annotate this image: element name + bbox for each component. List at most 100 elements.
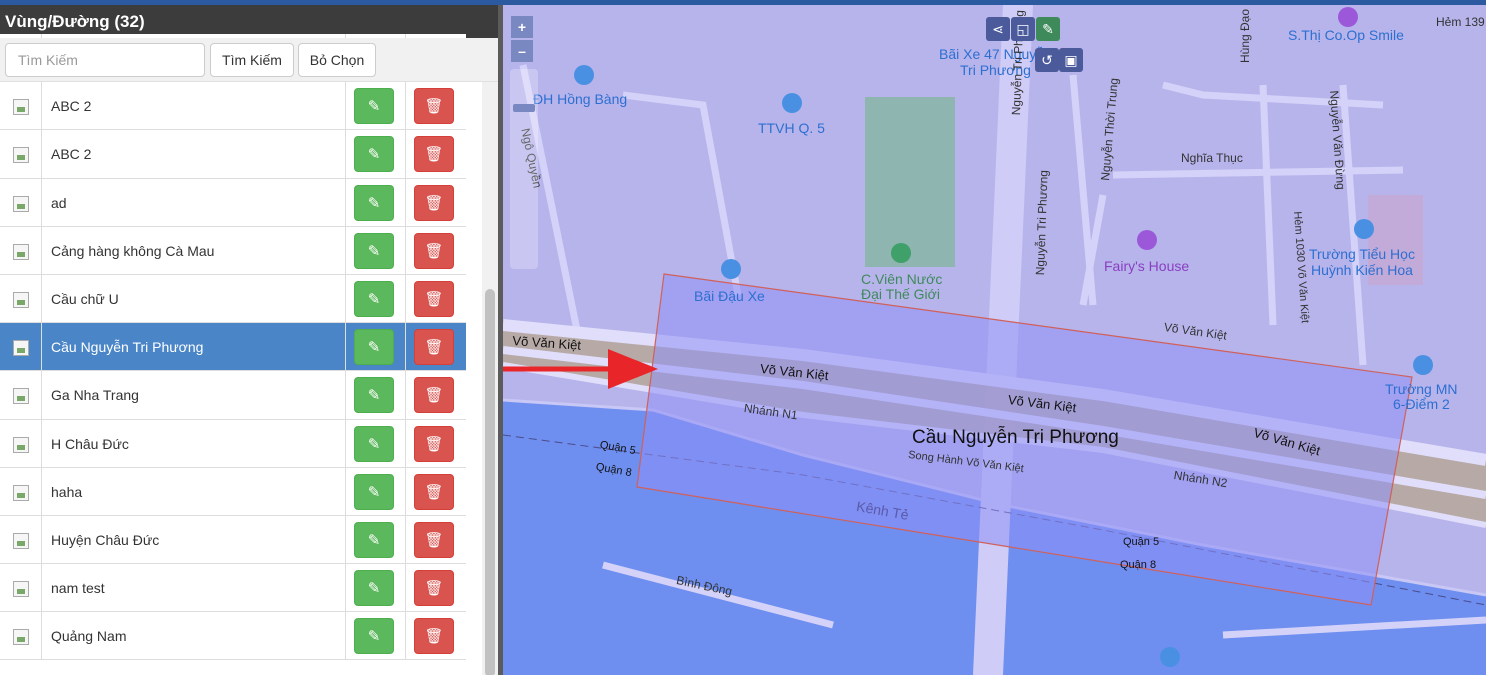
wrench-icon[interactable]: ✎ bbox=[1036, 17, 1060, 41]
delete-button[interactable]: 🗑 bbox=[414, 88, 454, 125]
broken-image-icon bbox=[13, 629, 29, 646]
zoom-out-button[interactable]: – bbox=[511, 40, 533, 62]
map-label: Nghĩa Thục bbox=[1181, 151, 1243, 165]
delete-cell: 🗑 bbox=[405, 467, 466, 515]
thumbnail-cell bbox=[0, 82, 42, 130]
delete-button[interactable]: 🗑 bbox=[414, 136, 454, 173]
thumbnail-cell bbox=[0, 515, 42, 564]
edit-cell: ✎ bbox=[345, 564, 405, 612]
edit-button[interactable]: ✎ bbox=[354, 377, 394, 414]
broken-image-icon bbox=[13, 340, 29, 357]
zoom-slider-handle[interactable] bbox=[513, 104, 535, 112]
edit-button[interactable]: ✎ bbox=[354, 618, 394, 655]
list-item-name: Cảng hàng không Cà Mau bbox=[51, 242, 215, 259]
broken-image-icon bbox=[13, 436, 29, 453]
broken-image-icon bbox=[13, 243, 29, 260]
delete-cell: 🗑 bbox=[405, 130, 466, 178]
search-input[interactable] bbox=[5, 43, 205, 77]
pencil-square-icon: ✎ bbox=[367, 242, 381, 260]
delete-button[interactable]: 🗑 bbox=[414, 184, 454, 221]
map-label: 6-Điểm 2 bbox=[1393, 396, 1450, 412]
map-label: TTVH Q. 5 bbox=[758, 120, 825, 136]
delete-button[interactable]: 🗑 bbox=[414, 425, 454, 462]
zoom-control: + – bbox=[511, 16, 535, 64]
edit-button[interactable]: ✎ bbox=[354, 521, 394, 558]
delete-cell: 🗑 bbox=[405, 178, 466, 226]
map-label: C.Viên Nước bbox=[861, 271, 943, 287]
delete-button[interactable]: 🗑 bbox=[414, 280, 454, 317]
scrollbar-thumb[interactable] bbox=[485, 289, 495, 675]
thumbnail-cell bbox=[0, 467, 42, 515]
list-item-name: Quảng Nam bbox=[51, 628, 127, 645]
list-item-name: haha bbox=[51, 483, 83, 500]
list-item-name: nam test bbox=[51, 580, 105, 597]
list-item[interactable]: Cầu chữ U ✎ 🗑 bbox=[0, 274, 466, 324]
pencil-square-icon: ✎ bbox=[367, 483, 381, 501]
edit-button[interactable]: ✎ bbox=[354, 280, 394, 317]
edit-button[interactable]: ✎ bbox=[354, 136, 394, 173]
delete-button[interactable]: 🗑 bbox=[414, 329, 454, 366]
undo-icon[interactable]: ↺ bbox=[1035, 48, 1059, 72]
delete-cell: 🗑 bbox=[405, 226, 466, 274]
edit-cell: ✎ bbox=[345, 178, 405, 226]
delete-button[interactable]: 🗑 bbox=[414, 570, 454, 607]
delete-button[interactable]: 🗑 bbox=[414, 232, 454, 269]
edit-button[interactable]: ✎ bbox=[354, 425, 394, 462]
list-item[interactable]: Ga Nha Trang ✎ 🗑 bbox=[0, 371, 466, 420]
delete-button[interactable]: 🗑 bbox=[414, 521, 454, 558]
list-scrollbar[interactable] bbox=[482, 82, 498, 675]
delete-button[interactable]: 🗑 bbox=[414, 618, 454, 655]
search-button[interactable]: Tìm Kiếm bbox=[210, 43, 294, 77]
delete-button[interactable]: 🗑 bbox=[414, 377, 454, 414]
list-item[interactable]: Cầu Nguyễn Tri Phương ✎ 🗑 bbox=[0, 323, 466, 372]
edit-button[interactable]: ✎ bbox=[354, 184, 394, 221]
trash-icon: 🗑 bbox=[424, 194, 444, 212]
trash-icon: 🗑 bbox=[424, 290, 444, 308]
list-item[interactable]: ad ✎ 🗑 bbox=[0, 178, 466, 227]
edit-button[interactable]: ✎ bbox=[354, 473, 394, 510]
edit-button[interactable]: ✎ bbox=[354, 570, 394, 607]
pencil-square-icon: ✎ bbox=[367, 531, 381, 549]
edit-button[interactable]: ✎ bbox=[354, 329, 394, 366]
selected-area-label: Cầu Nguyễn Tri Phương bbox=[912, 427, 1119, 448]
broken-image-icon bbox=[13, 532, 29, 549]
map-label: Trường Tiểu Học bbox=[1309, 246, 1415, 262]
list-item[interactable]: Cảng hàng không Cà Mau ✎ 🗑 bbox=[0, 226, 466, 275]
list-item-name: ABC 2 bbox=[51, 146, 92, 163]
zoom-slider[interactable] bbox=[510, 69, 538, 269]
map-view[interactable]: ĐH Hồng Bàng TTVH Q. 5 Bãi Xe 47 Nguyễn … bbox=[503, 5, 1486, 675]
clear-selection-button[interactable]: Bỏ Chọn bbox=[298, 43, 376, 77]
thumbnail-cell bbox=[0, 371, 42, 419]
list-item[interactable]: nam test ✎ 🗑 bbox=[0, 564, 466, 613]
pencil-square-icon: ✎ bbox=[367, 387, 381, 405]
list-item[interactable]: ABC 2 ✎ 🗑 bbox=[0, 130, 466, 179]
trash-icon: 🗑 bbox=[424, 98, 444, 116]
delete-cell: 🗑 bbox=[405, 274, 466, 323]
pencil-square-icon: ✎ bbox=[367, 628, 381, 646]
list-item[interactable]: ABC 2 ✎ 🗑 bbox=[0, 82, 466, 131]
thumbnail-cell bbox=[0, 130, 42, 178]
list-item[interactable]: haha ✎ 🗑 bbox=[0, 467, 466, 516]
save-icon[interactable]: ▣ bbox=[1059, 48, 1083, 72]
trash-icon: 🗑 bbox=[424, 580, 444, 598]
list-item[interactable]: Huyện Châu Đức ✎ 🗑 bbox=[0, 515, 466, 565]
polygon-draw-icon[interactable]: ◱ bbox=[1011, 17, 1035, 41]
map-label: ĐH Hồng Bàng bbox=[533, 91, 628, 107]
thumbnail-cell bbox=[0, 274, 42, 323]
broken-image-icon bbox=[13, 291, 29, 308]
list-item[interactable]: Quảng Nam ✎ 🗑 bbox=[0, 612, 466, 661]
delete-button[interactable]: 🗑 bbox=[414, 473, 454, 510]
delete-cell: 🗑 bbox=[405, 371, 466, 419]
edit-button[interactable]: ✎ bbox=[354, 232, 394, 269]
area-list: ✎🗑ABC 2✎🗑ABC 2✎🗑ad✎🗑Cảng hàng không Cà M… bbox=[0, 34, 466, 661]
share-icon[interactable]: ⋖ bbox=[986, 17, 1010, 41]
map-label: Bãi Đậu Xe bbox=[694, 288, 765, 304]
pencil-square-icon: ✎ bbox=[367, 98, 381, 116]
delete-cell: 🗑 bbox=[405, 323, 466, 371]
edit-cell: ✎ bbox=[345, 274, 405, 323]
edit-button[interactable]: ✎ bbox=[354, 88, 394, 125]
thumbnail-cell bbox=[0, 564, 42, 612]
search-toolbar: Tìm Kiếm Bỏ Chọn bbox=[0, 38, 498, 82]
zoom-in-button[interactable]: + bbox=[511, 16, 533, 38]
list-item[interactable]: H Châu Đức ✎ 🗑 bbox=[0, 419, 466, 468]
